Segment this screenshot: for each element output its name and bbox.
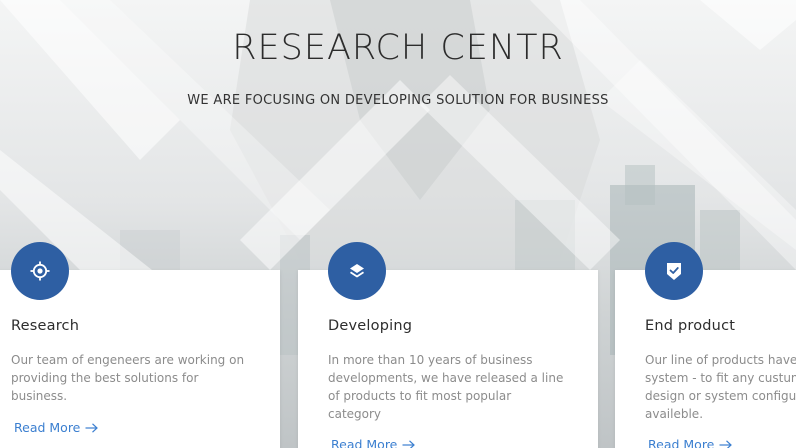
- arrow-right-icon: [85, 422, 99, 433]
- page-title: RESEARCH CENTR: [232, 28, 564, 68]
- card-description: In more than 10 years of business develo…: [328, 353, 564, 421]
- shield-check-icon: [667, 263, 681, 280]
- arrow-right-icon: [402, 439, 416, 448]
- read-more-link[interactable]: Read More: [14, 420, 99, 435]
- card-title: Developing: [328, 318, 413, 334]
- feature-icon-badge: [11, 242, 69, 300]
- card-title: Research: [11, 318, 80, 334]
- read-more-label: Read More: [331, 437, 398, 448]
- feature-icon-badge: [328, 242, 386, 300]
- layers-icon: [350, 264, 364, 278]
- page-subtitle: WE ARE FOCUSING ON DEVELOPING SOLUTION F…: [187, 93, 609, 108]
- feature-icon-badge: [645, 242, 703, 300]
- read-more-label: Read More: [648, 437, 715, 448]
- card-description: Our line of products have system - to fi…: [645, 353, 796, 421]
- read-more-link[interactable]: Read More: [648, 437, 733, 448]
- read-more-label: Read More: [14, 420, 81, 435]
- target-icon: [30, 261, 50, 281]
- card-description: Our team of engeneers are working on pro…: [11, 353, 245, 403]
- arrow-right-icon: [719, 439, 733, 448]
- read-more-link[interactable]: Read More: [331, 437, 416, 448]
- card-title: End product: [645, 318, 736, 334]
